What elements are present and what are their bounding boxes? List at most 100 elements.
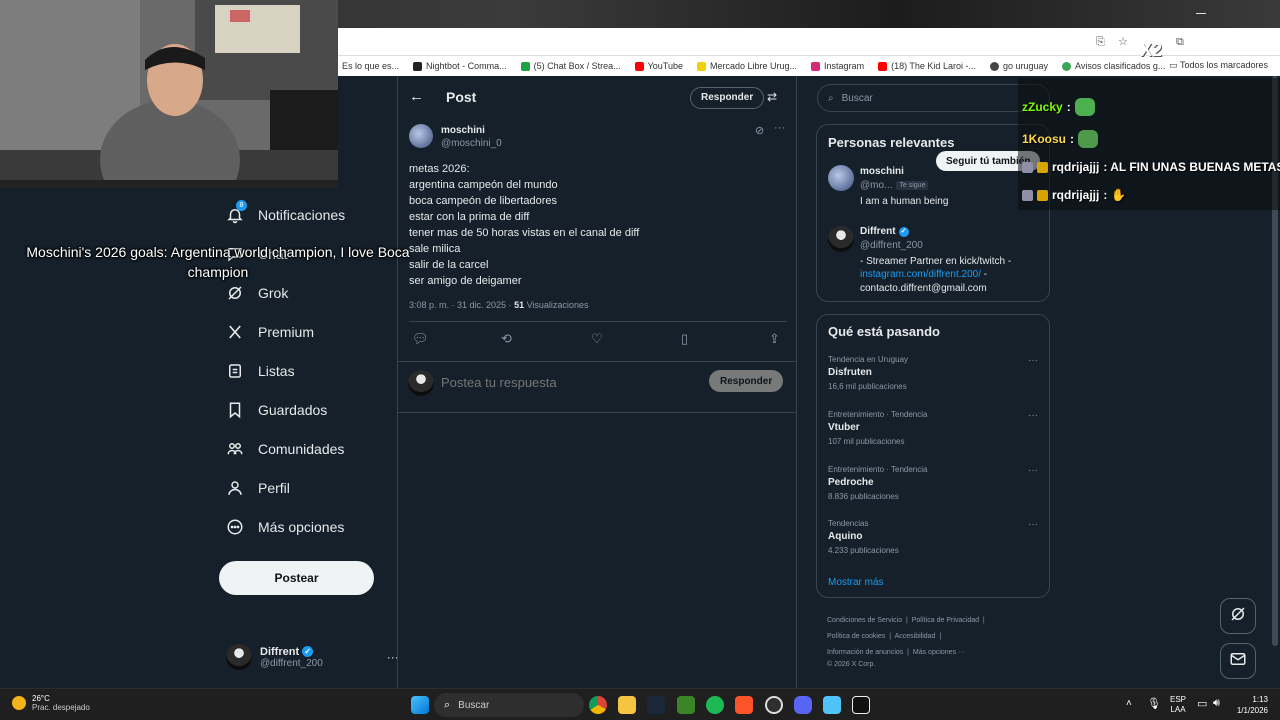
- account-switcher[interactable]: Diffrent ✓ @diffrent_200 ···: [226, 644, 399, 670]
- notepad-icon[interactable]: [823, 696, 841, 714]
- minecraft-icon[interactable]: [677, 696, 695, 714]
- show-more-link[interactable]: Mostrar más: [828, 577, 884, 588]
- taskbar-search[interactable]: ⌕ Buscar: [434, 693, 584, 717]
- bio-link[interactable]: instagram.com/diffrent.200/: [860, 269, 981, 280]
- extensions-icon[interactable]: ⧉: [1176, 36, 1188, 48]
- instagram-icon: [811, 61, 821, 71]
- avatar: [226, 644, 252, 670]
- bookmark-item[interactable]: (18) The Kid Laroi -...: [878, 61, 976, 71]
- network-icon[interactable]: ▭: [1197, 697, 1207, 710]
- nav-label: Listas: [258, 363, 295, 379]
- post-timestamp[interactable]: 3:08 p. m. · 31 dic. 2025 ·: [409, 300, 514, 310]
- chat-box-icon: [520, 61, 530, 71]
- nav-item-notificaciones[interactable]: 8 Notificaciones: [226, 200, 345, 224]
- windows-start-icon[interactable]: [411, 696, 429, 714]
- bookmark-item[interactable]: Instagram: [811, 61, 864, 71]
- microphone-icon[interactable]: 🎙︎: [1147, 697, 1161, 710]
- nav-item-listas[interactable]: Listas: [226, 362, 295, 380]
- reply-input[interactable]: [441, 370, 691, 394]
- bookmark-item[interactable]: (5) Chat Box / Strea...: [520, 61, 621, 71]
- reply-icon[interactable]: 💬︎: [412, 332, 429, 346]
- bookmark-icon[interactable]: ▯: [681, 332, 695, 346]
- bookmark-item[interactable]: Es lo que es...: [342, 61, 399, 71]
- chat-username: rqdrijajjj: [1052, 188, 1100, 202]
- install-app-icon[interactable]: ⎘: [1096, 36, 1108, 48]
- more-icon[interactable]: ···: [1028, 355, 1038, 366]
- chrome-icon[interactable]: [589, 696, 607, 714]
- more-icon[interactable]: ···: [774, 122, 785, 134]
- footer-link[interactable]: Accesibilidad: [895, 633, 936, 640]
- nav-item-guardados[interactable]: Guardados: [226, 401, 327, 419]
- footer-link[interactable]: Más opciones ···: [913, 649, 965, 656]
- capcut-icon[interactable]: [852, 696, 870, 714]
- emote-icon: [1074, 98, 1095, 116]
- spotify-icon[interactable]: [706, 696, 724, 714]
- search-placeholder: Buscar: [841, 92, 873, 104]
- discord-icon[interactable]: [794, 696, 812, 714]
- address-bar[interactable]: [338, 32, 1118, 52]
- clock[interactable]: 1:13 1/1/2026: [1232, 694, 1268, 716]
- person-name[interactable]: Diffrent: [860, 226, 896, 237]
- input-language[interactable]: ESP LAA: [1170, 695, 1186, 715]
- share-icon[interactable]: ⇪: [769, 332, 783, 346]
- person-avatar[interactable]: [828, 165, 854, 191]
- footer-link[interactable]: Política de Privacidad: [912, 617, 979, 624]
- post-column: ← Post Responder ⇄ moschini @moschini_0 …: [397, 76, 797, 688]
- more-icon[interactable]: ···: [1028, 465, 1038, 476]
- grok-icon[interactable]: ⊘: [755, 124, 764, 137]
- nav-item-grok[interactable]: Grok: [226, 284, 288, 302]
- filter-icon[interactable]: ⇄: [767, 90, 777, 104]
- nav-item-premium[interactable]: Premium: [226, 323, 314, 341]
- person-name[interactable]: moschini: [860, 166, 904, 177]
- bookmark-item[interactable]: YouTube: [634, 61, 683, 71]
- footer-link[interactable]: Política de cookies: [827, 633, 885, 640]
- chat-message: rqdrijajjj : ✋: [1022, 188, 1126, 202]
- trend-item[interactable]: Tendencia en Uruguay Disfruten 16,6 mil …: [828, 355, 1038, 391]
- gallito-icon: [1062, 61, 1071, 71]
- all-bookmarks-folder[interactable]: ▭ Todos los marcadores: [1169, 60, 1268, 71]
- nav-item-perfil[interactable]: Perfil: [226, 479, 290, 497]
- nav-item-mas-opciones[interactable]: Más opciones: [226, 518, 344, 536]
- more-icon[interactable]: ···: [1028, 519, 1038, 530]
- mercadolibre-icon: [697, 61, 706, 71]
- overlay-badge: X2: [1140, 40, 1163, 60]
- footer-link[interactable]: Condiciones de Servicio: [827, 617, 902, 624]
- grok-fab[interactable]: [1220, 598, 1256, 634]
- search-box[interactable]: ⌕ Buscar: [817, 84, 1050, 112]
- like-icon[interactable]: ♡: [591, 332, 605, 346]
- person-avatar[interactable]: [828, 226, 854, 252]
- bookmark-item[interactable]: Nightbot - Comma...: [413, 61, 507, 71]
- obs-icon[interactable]: [765, 696, 783, 714]
- bookmark-item[interactable]: Avisos clasificados g...: [1062, 61, 1165, 71]
- back-arrow-icon[interactable]: ←: [409, 88, 424, 105]
- file-explorer-icon[interactable]: [618, 696, 636, 714]
- person-bio: contacto.diffrent@gmail.com: [860, 283, 987, 294]
- search-icon: ⌕: [828, 92, 834, 104]
- star-icon[interactable]: ☆: [1118, 36, 1130, 48]
- reply-header-button[interactable]: Responder: [690, 87, 765, 109]
- bookmark-item[interactable]: Mercado Libre Urug...: [697, 61, 797, 71]
- more-icon[interactable]: ···: [1028, 410, 1038, 421]
- volume-icon[interactable]: 🔊︎: [1213, 697, 1220, 710]
- trend-item[interactable]: Tendencias Aquino 4.233 publicaciones ··…: [828, 519, 1038, 555]
- bookmark-item[interactable]: go uruguay: [989, 61, 1048, 71]
- chevron-up-icon[interactable]: ˄: [1126, 698, 1132, 709]
- reply-submit-button[interactable]: Responder: [709, 370, 784, 392]
- weather-widget[interactable]: 26°C Prac. despejado: [12, 694, 90, 712]
- brave-icon[interactable]: [735, 696, 753, 714]
- post-button[interactable]: Postear: [219, 561, 374, 595]
- nav-item-comunidades[interactable]: Comunidades: [226, 440, 344, 458]
- trend-item[interactable]: Entretenimiento · Tendencia Vtuber 107 m…: [828, 410, 1038, 446]
- trend-item[interactable]: Entretenimiento · Tendencia Pedroche 8.8…: [828, 465, 1038, 501]
- window-minimize-icon[interactable]: [1196, 13, 1206, 14]
- verified-badge-icon: ✓: [302, 646, 314, 657]
- post-line: boca campeón de libertadores: [409, 195, 557, 207]
- author-name[interactable]: moschini: [441, 125, 485, 136]
- author-handle[interactable]: @moschini_0: [441, 138, 502, 149]
- steam-icon[interactable]: [647, 696, 665, 714]
- author-avatar[interactable]: [409, 124, 433, 148]
- repost-icon[interactable]: ⟲: [501, 332, 515, 346]
- person-bio: - Streamer Partner en kick/twitch -: [860, 256, 1012, 267]
- messages-fab[interactable]: [1220, 643, 1256, 679]
- footer-link[interactable]: Información de anuncios: [827, 649, 903, 656]
